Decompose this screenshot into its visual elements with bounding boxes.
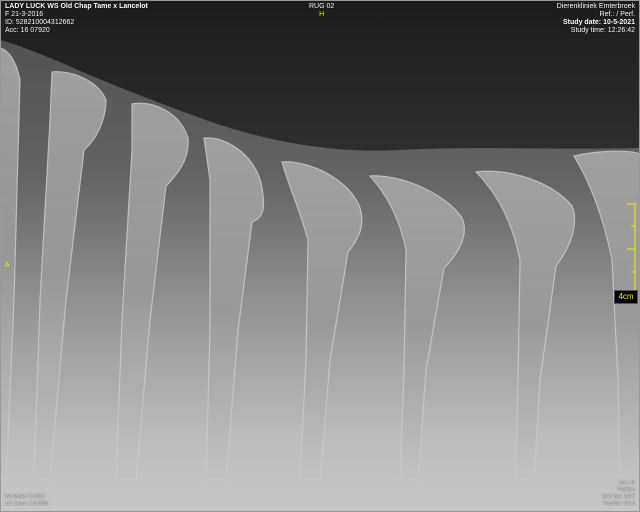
study-time: Study time: 12:26:42	[570, 27, 635, 34]
patient-id: ID: 528210004312662	[5, 19, 75, 26]
accession-number: Acc: 16 07920	[5, 27, 50, 34]
orientation-marker: H	[319, 11, 325, 18]
position-info-line: Hor: 4k	[618, 480, 635, 486]
position-info-line: Pos/Slic: 0/0:0	[603, 501, 635, 507]
patient-birth: F 21-3-2016	[5, 11, 44, 18]
position-info-line: 1047 Sel: 1047	[601, 494, 635, 500]
radiograph-image	[0, 0, 640, 512]
xray-viewport[interactable]: LADY LUCK WS Old Chap Tame x Lancelot F …	[0, 0, 640, 512]
study-info: Dierenkliniek Emterbroek Ref.: / Perf. S…	[557, 3, 635, 35]
side-marker: A	[5, 262, 10, 269]
window-level: W=28545 C=3617	[5, 494, 46, 500]
window-level-info: W=28545 C=3617 1/1 Zoom: 110.00%	[5, 494, 48, 508]
clinic-name: Dierenkliniek Emterbroek	[556, 3, 635, 10]
study-date: Study date: 10-5-2021	[563, 19, 635, 26]
series-info: RUG 02 H	[309, 3, 334, 19]
patient-info: LADY LUCK WS Old Chap Tame x Lancelot F …	[5, 3, 148, 35]
zoom-level: 1/1 Zoom: 110.00%	[5, 501, 49, 507]
patient-name: LADY LUCK WS Old Chap Tame x Lancelot	[5, 3, 148, 10]
series-label: RUG 02	[309, 3, 335, 10]
scale-label: 4cm	[614, 290, 638, 304]
position-info-line: Position	[617, 487, 635, 493]
scale-ruler[interactable]	[615, 203, 637, 295]
position-info: Hor: 4k Position 1047 Sel: 1047 Pos/Slic…	[601, 480, 635, 508]
referring-physician: Ref.: / Perf.	[599, 11, 635, 18]
